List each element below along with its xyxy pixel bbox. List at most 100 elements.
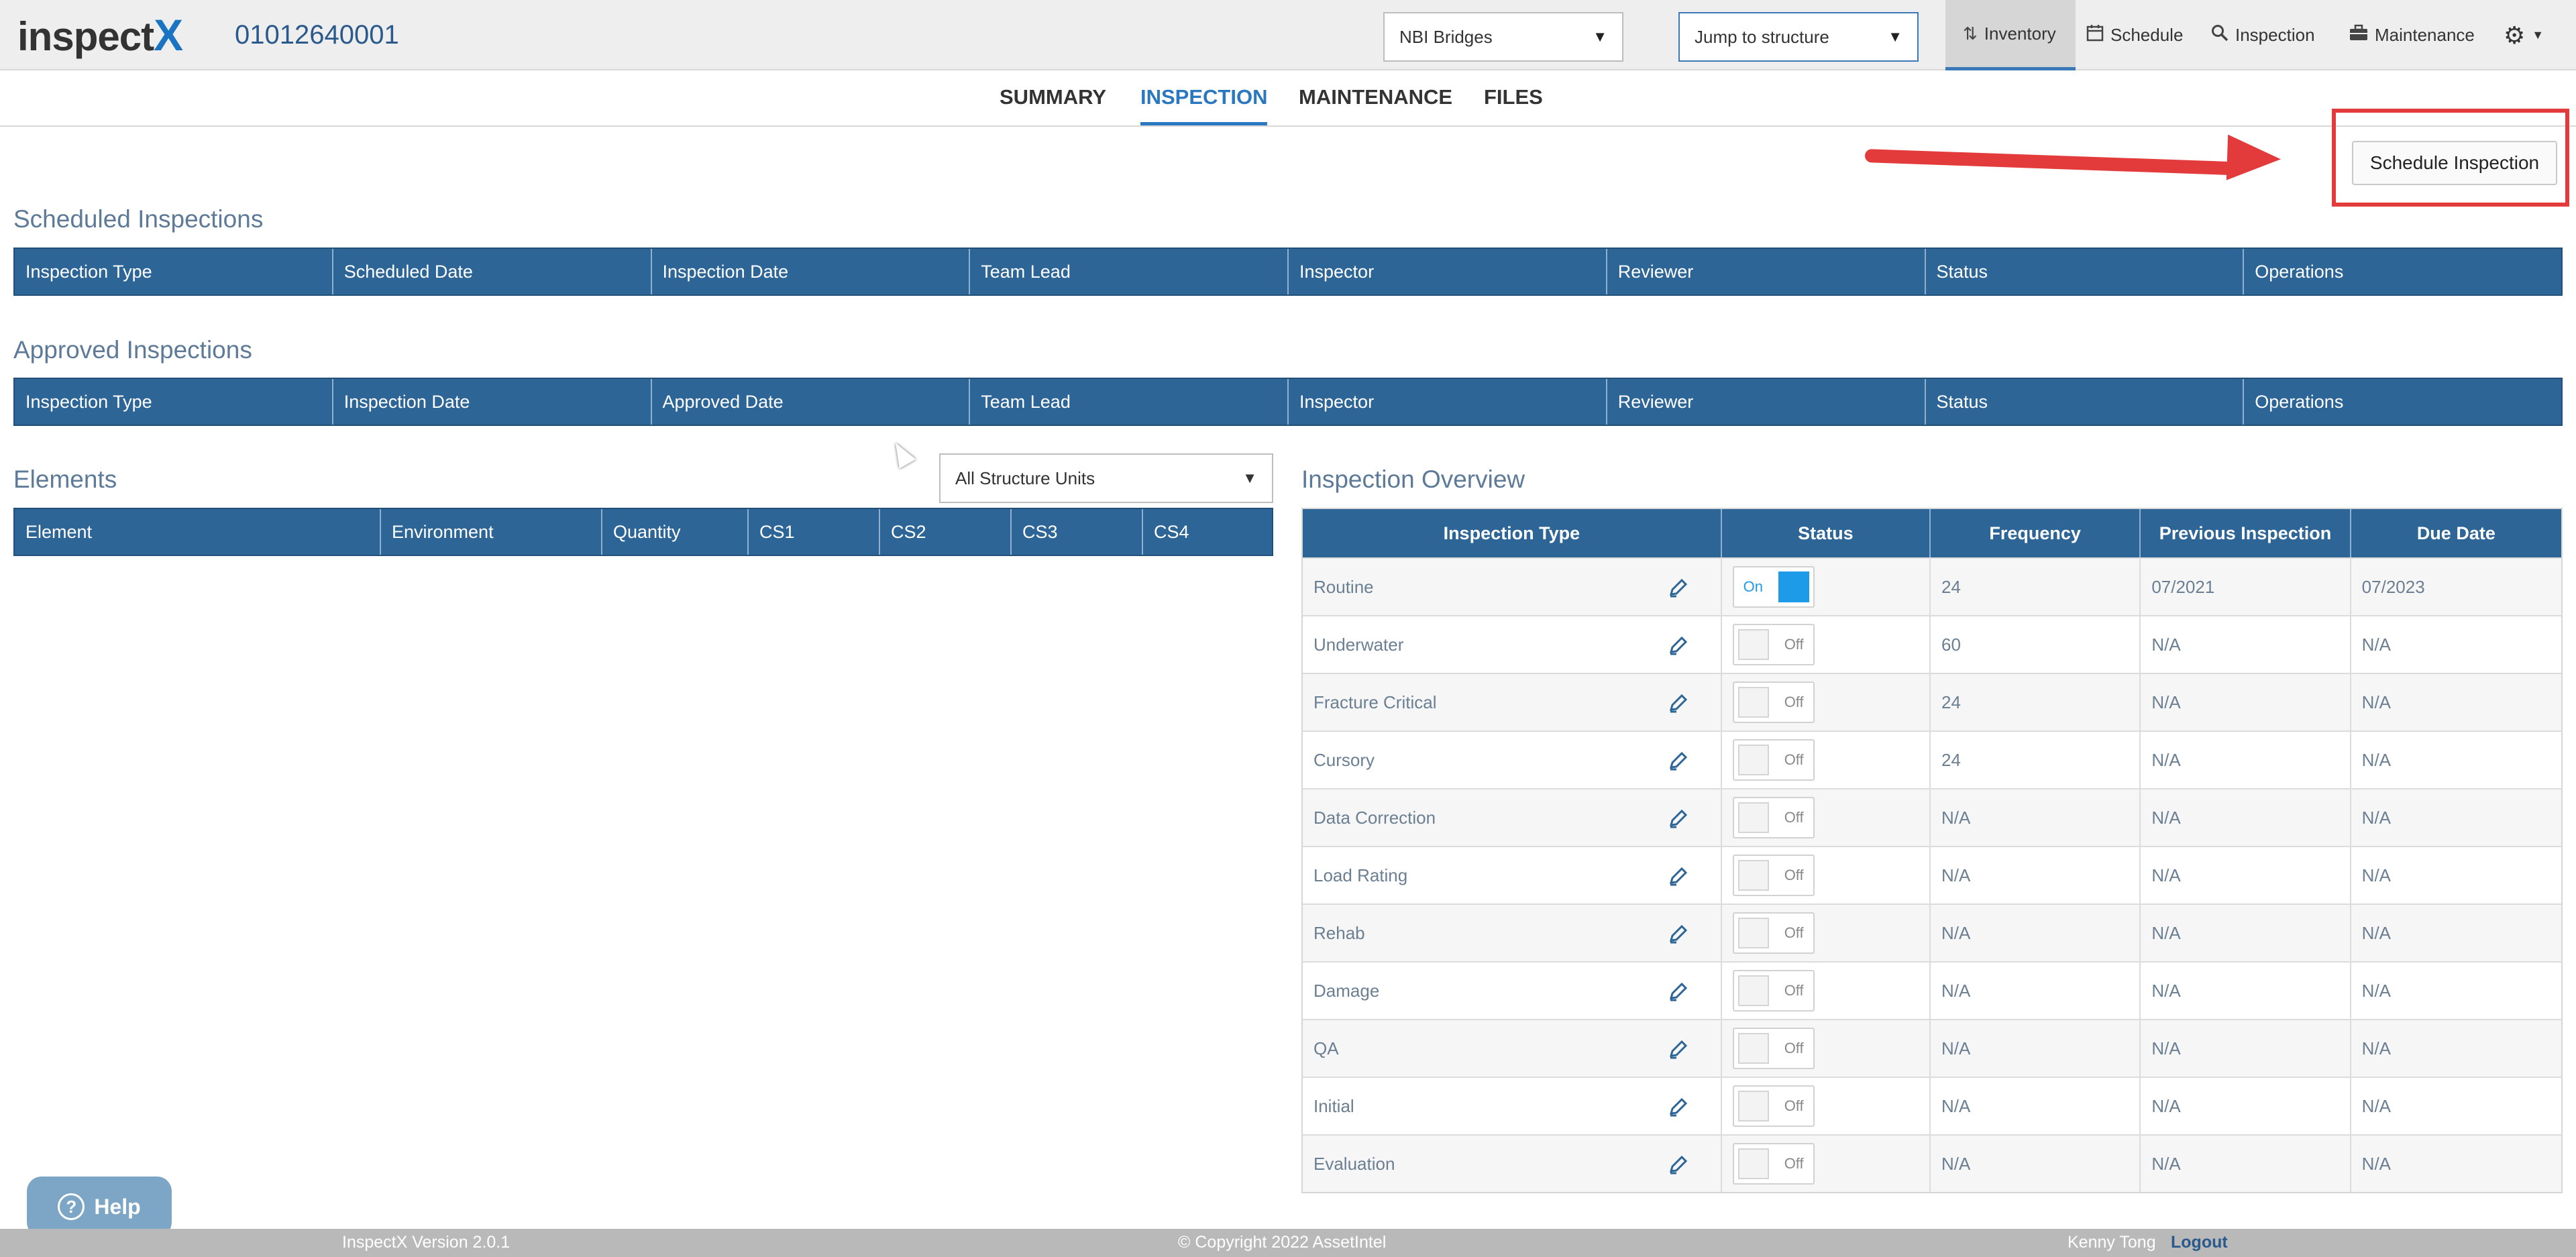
column-header[interactable]: Operations: [2244, 249, 2561, 294]
column-header[interactable]: Inspector: [1289, 379, 1607, 425]
column-header[interactable]: Scheduled Date: [333, 249, 652, 294]
column-header[interactable]: Element: [15, 509, 381, 555]
previous-inspection-cell: N/A: [2141, 616, 2351, 673]
inspection-type-cell: Cursory: [1303, 732, 1722, 788]
previous-inspection-cell: N/A: [2141, 1078, 2351, 1134]
status-toggle[interactable]: Off: [1732, 970, 1815, 1012]
column-header[interactable]: Environment: [381, 509, 602, 555]
status-toggle[interactable]: Off: [1732, 681, 1815, 723]
annotation-arrow-head: [2226, 134, 2282, 182]
due-date-cell: N/A: [2361, 980, 2392, 1001]
logout-link[interactable]: Logout: [2171, 1233, 2228, 1252]
app-logo[interactable]: inspectX: [17, 9, 183, 60]
pencil-icon[interactable]: [1667, 865, 1690, 887]
frequency-cell: N/A: [1931, 905, 2141, 961]
nav-inventory[interactable]: ⇅ Inventory: [1945, 0, 2076, 70]
column-header[interactable]: Team Lead: [970, 249, 1289, 294]
toggle-knob: [1737, 629, 1769, 660]
column-header[interactable]: Previous Inspection: [2141, 509, 2351, 557]
scheduled-inspections-title: Scheduled Inspections: [13, 205, 264, 233]
jump-to-structure-select[interactable]: Jump to structure ▼: [1678, 12, 1919, 62]
status-toggle[interactable]: Off: [1732, 1085, 1815, 1127]
column-header[interactable]: Inspector: [1289, 249, 1607, 294]
due-date-cell: 07/2023: [2361, 576, 2425, 597]
column-header[interactable]: Status: [1926, 379, 2245, 425]
column-header[interactable]: Status: [1926, 249, 2245, 294]
toggle-label: Off: [1784, 982, 1804, 999]
column-header[interactable]: CS2: [880, 509, 1012, 555]
status-toggle[interactable]: Off: [1732, 1143, 1815, 1185]
inspection-type-label: Fracture Critical: [1313, 692, 1437, 712]
column-header[interactable]: Team Lead: [970, 379, 1289, 425]
jump-to-structure-value: Jump to structure: [1695, 26, 1829, 47]
toggle-label: Off: [1784, 867, 1804, 883]
tab-inspection[interactable]: INSPECTION: [1140, 85, 1268, 125]
frequency-cell: N/A: [1931, 847, 2141, 904]
status-toggle[interactable]: Off: [1732, 855, 1815, 896]
column-header[interactable]: CS1: [749, 509, 880, 555]
toggle-knob: [1737, 802, 1769, 833]
frequency-cell: N/A: [1931, 1136, 2141, 1192]
schedule-inspection-button[interactable]: Schedule Inspection: [2352, 141, 2557, 185]
pencil-icon[interactable]: [1667, 576, 1690, 599]
pencil-icon[interactable]: [1667, 749, 1690, 772]
column-header[interactable]: CS3: [1012, 509, 1143, 555]
pencil-icon[interactable]: [1667, 922, 1690, 945]
pencil-icon[interactable]: [1667, 634, 1690, 657]
nav-maintenance[interactable]: Maintenance: [2349, 0, 2475, 70]
pencil-icon[interactable]: [1667, 692, 1690, 714]
toggle-label: Off: [1784, 751, 1804, 768]
column-header[interactable]: CS4: [1143, 509, 1272, 555]
asset-type-value: NBI Bridges: [1399, 26, 1493, 47]
tab-files[interactable]: FILES: [1484, 85, 1543, 125]
table-row: Damage Off N/A N/A N/A: [1303, 961, 2561, 1019]
table-row: Fracture Critical Off 24 N/A N/A: [1303, 673, 2561, 730]
scheduled-inspections-header: Inspection Type Scheduled Date Inspectio…: [13, 248, 2563, 296]
column-header[interactable]: Inspection Type: [15, 249, 333, 294]
column-header[interactable]: Approved Date: [652, 379, 971, 425]
pencil-icon[interactable]: [1667, 980, 1690, 1003]
column-header[interactable]: Reviewer: [1607, 249, 1926, 294]
column-header[interactable]: Reviewer: [1607, 379, 1926, 425]
column-header[interactable]: Due Date: [2351, 509, 2561, 557]
toggle-knob: [1737, 1033, 1769, 1064]
structure-units-select[interactable]: All Structure Units ▼: [939, 453, 1273, 503]
frequency-cell: N/A: [1931, 1078, 2141, 1134]
inspection-type-label: Load Rating: [1313, 865, 1408, 885]
asset-type-select[interactable]: NBI Bridges ▼: [1383, 12, 1623, 62]
previous-inspection-cell: N/A: [2141, 674, 2351, 730]
pencil-icon[interactable]: [1667, 1095, 1690, 1118]
pencil-icon[interactable]: [1667, 1038, 1690, 1060]
status-toggle[interactable]: Off: [1732, 1028, 1815, 1069]
due-date-cell: N/A: [2361, 1095, 2392, 1116]
status-toggle[interactable]: Off: [1732, 739, 1815, 781]
inspection-type-label: Rehab: [1313, 922, 1365, 943]
help-button[interactable]: ? Help: [27, 1177, 172, 1237]
column-header[interactable]: Inspection Type: [1303, 509, 1722, 557]
column-header[interactable]: Inspection Type: [15, 379, 333, 425]
nav-inspection[interactable]: Inspection: [2211, 0, 2315, 70]
toggle-knob: [1737, 918, 1769, 948]
tab-summary[interactable]: SUMMARY: [1000, 85, 1106, 125]
column-header[interactable]: Status: [1722, 509, 1931, 557]
status-toggle[interactable]: Off: [1732, 624, 1815, 665]
column-header[interactable]: Inspection Date: [333, 379, 652, 425]
status-toggle[interactable]: Off: [1732, 912, 1815, 954]
tab-maintenance[interactable]: MAINTENANCE: [1299, 85, 1452, 125]
column-header[interactable]: Quantity: [602, 509, 749, 555]
toggle-knob: [1737, 975, 1769, 1006]
inspection-type-cell: Initial: [1303, 1078, 1722, 1134]
column-header[interactable]: Frequency: [1931, 509, 2141, 557]
inspection-type-label: Cursory: [1313, 749, 1375, 770]
toggle-knob: [1737, 860, 1769, 891]
nav-schedule[interactable]: Schedule: [2086, 0, 2183, 70]
inspection-overview-title: Inspection Overview: [1301, 466, 1525, 493]
caret-down-icon: ▼: [2532, 28, 2544, 42]
pencil-icon[interactable]: [1667, 807, 1690, 830]
status-toggle[interactable]: Off: [1732, 797, 1815, 838]
column-header[interactable]: Inspection Date: [652, 249, 971, 294]
column-header[interactable]: Operations: [2244, 379, 2561, 425]
status-toggle[interactable]: On: [1732, 566, 1815, 608]
pencil-icon[interactable]: [1667, 1153, 1690, 1176]
settings-menu[interactable]: ⚙ ▼: [2504, 0, 2544, 70]
